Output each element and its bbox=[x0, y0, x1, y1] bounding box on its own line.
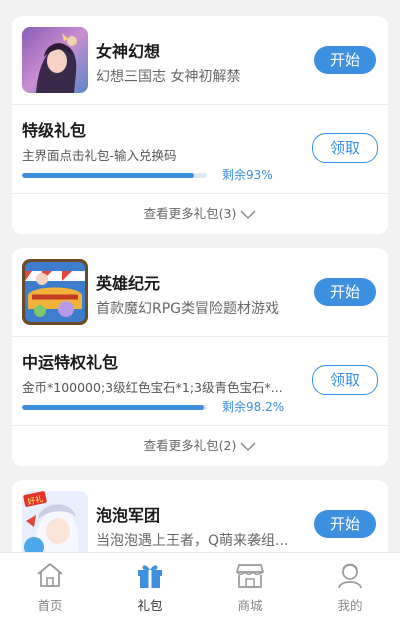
game-card: 女神幻想 幻想三国志 女神初解禁 开始 特级礼包 主界面点击礼包-输入兑换码 剩… bbox=[12, 16, 388, 234]
profile-icon bbox=[338, 563, 362, 589]
game-icon-goddess[interactable] bbox=[22, 27, 88, 93]
more-gifts-label: 查看更多礼包(2) bbox=[143, 438, 237, 453]
tab-label: 首页 bbox=[37, 598, 63, 613]
tab-gifts[interactable]: 礼包 bbox=[100, 553, 200, 619]
gift-row: 特级礼包 主界面点击礼包-输入兑换码 剩余93% 领取 bbox=[12, 105, 388, 193]
gift-title: 中运特权礼包 bbox=[22, 353, 119, 372]
game-card: 英雄纪元 首款魔幻RPG类冒险题材游戏 开始 中运特权礼包 金币*100000;… bbox=[12, 248, 388, 466]
gift-feed[interactable]: 女神幻想 幻想三国志 女神初解禁 开始 特级礼包 主界面点击礼包-输入兑换码 剩… bbox=[0, 0, 400, 552]
progress-fill bbox=[22, 173, 195, 178]
gift-row: 中运特权礼包 金币*100000;3级红色宝石*1;3级青色宝石*... 剩余9… bbox=[12, 337, 388, 425]
tab-store[interactable]: 商城 bbox=[200, 553, 300, 619]
start-button[interactable]: 开始 bbox=[314, 278, 376, 306]
tab-label: 商城 bbox=[237, 598, 263, 613]
claim-button[interactable]: 领取 bbox=[312, 133, 378, 163]
game-row[interactable]: 女神幻想 幻想三国志 女神初解禁 开始 bbox=[12, 16, 388, 104]
gift-title: 特级礼包 bbox=[22, 121, 87, 140]
game-row[interactable]: 英雄纪元 首款魔幻RPG类冒险题材游戏 开始 bbox=[12, 248, 388, 336]
game-description: 首款魔幻RPG类冒险题材游戏 bbox=[96, 301, 280, 317]
tab-label: 我的 bbox=[337, 598, 363, 613]
progress-fill bbox=[22, 405, 204, 410]
game-name: 英雄纪元 bbox=[96, 274, 161, 293]
more-gifts-link[interactable]: 查看更多礼包(2) bbox=[12, 426, 388, 466]
tab-home[interactable]: 首页 bbox=[0, 553, 100, 619]
remaining-progress-bar bbox=[22, 173, 207, 178]
game-icon-hero-era[interactable] bbox=[22, 259, 88, 325]
start-button[interactable]: 开始 bbox=[314, 510, 376, 538]
game-name: 女神幻想 bbox=[96, 42, 161, 61]
gift-icon bbox=[138, 565, 162, 588]
gift-description: 金币*100000;3级红色宝石*1;3级青色宝石*... bbox=[22, 380, 283, 395]
remaining-text: 剩余93% bbox=[222, 168, 273, 182]
more-gifts-link[interactable]: 查看更多礼包(3) bbox=[12, 194, 388, 234]
game-row[interactable]: 好礼 泡泡军团 当泡泡遇上王者，Q萌来袭组... 开始 bbox=[12, 480, 388, 552]
start-button[interactable]: 开始 bbox=[314, 46, 376, 74]
gift-description: 主界面点击礼包-输入兑换码 bbox=[22, 148, 177, 163]
claim-button[interactable]: 领取 bbox=[312, 365, 378, 395]
game-description: 幻想三国志 女神初解禁 bbox=[96, 69, 241, 85]
tab-profile[interactable]: 我的 bbox=[300, 553, 400, 619]
bottom-tab-bar: 首页 礼包 商城 我的 bbox=[0, 552, 400, 619]
store-icon bbox=[236, 564, 264, 588]
game-icon-bubble-legion[interactable]: 好礼 bbox=[22, 491, 88, 552]
remaining-progress-bar bbox=[22, 405, 207, 410]
more-gifts-label: 查看更多礼包(3) bbox=[143, 206, 237, 221]
remaining-text: 剩余98.2% bbox=[222, 400, 285, 414]
game-card: 好礼 泡泡军团 当泡泡遇上王者，Q萌来袭组... 开始 bbox=[12, 480, 388, 552]
home-icon bbox=[37, 563, 63, 587]
chevron-down-icon bbox=[240, 210, 256, 219]
game-description: 当泡泡遇上王者，Q萌来袭组... bbox=[96, 533, 289, 549]
chevron-down-icon bbox=[240, 442, 256, 451]
tab-label: 礼包 bbox=[137, 598, 163, 613]
game-name: 泡泡军团 bbox=[96, 506, 161, 525]
